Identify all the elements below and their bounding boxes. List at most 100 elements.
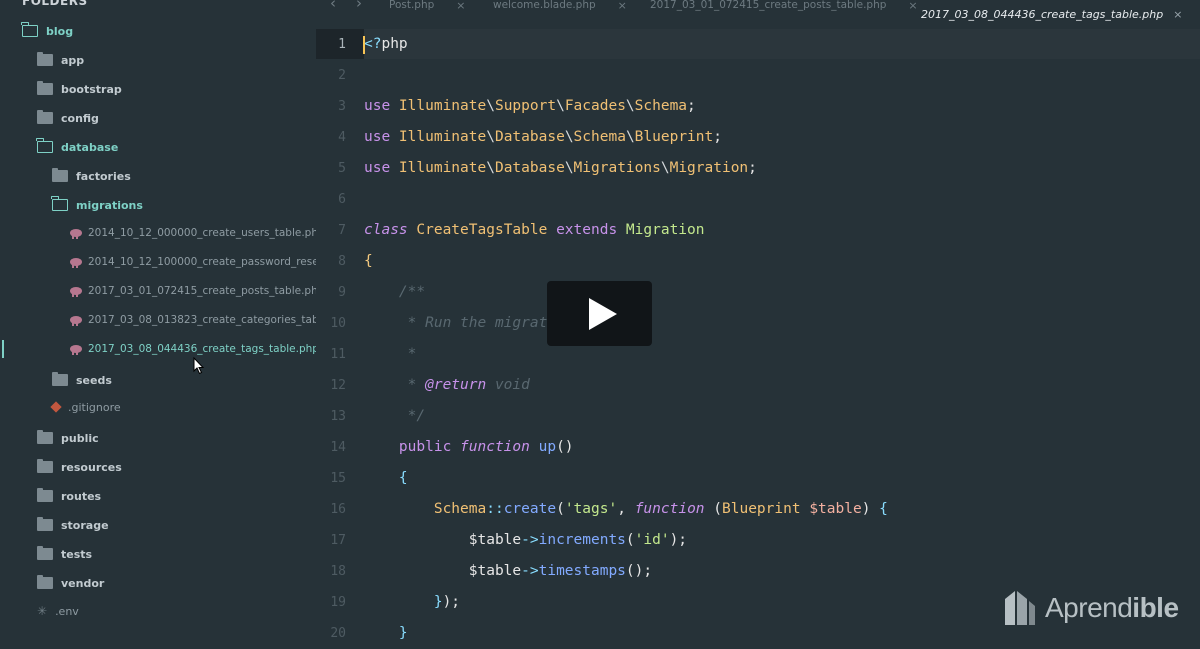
code-token: Schema: [634, 98, 688, 114]
code-token: ->: [521, 563, 539, 579]
folder-item[interactable]: seeds: [52, 369, 112, 391]
tab-item[interactable]: welcome.blade.php ×: [493, 0, 627, 13]
code-editor[interactable]: 1 <?php 2 3 use Illuminate\Support\Facades\S…: [316, 26, 1200, 641]
folder-icon: [37, 52, 53, 66]
folder-icon: [37, 81, 53, 95]
close-icon[interactable]: ×: [618, 0, 627, 12]
code-token: up: [538, 439, 557, 455]
folder-item[interactable]: public: [37, 427, 99, 449]
folder-item[interactable]: resources: [37, 456, 122, 478]
folder-item[interactable]: storage: [37, 514, 109, 536]
close-icon[interactable]: ×: [1173, 8, 1182, 21]
folder-icon: [52, 168, 68, 182]
code-token: $table: [364, 532, 522, 548]
editor-window: FOLDERS blog app bootstrap config database fa…: [0, 0, 1200, 641]
code-token: */: [364, 408, 426, 424]
folder-item[interactable]: tests: [37, 543, 92, 565]
folder-item[interactable]: bootstrap: [37, 78, 122, 100]
code-token: ;: [713, 129, 722, 145]
file-item[interactable]: 2017_03_08_013823_create_categories_tabl…: [70, 309, 316, 331]
code-token: function: [460, 439, 539, 455]
code-token: Blueprint: [722, 501, 810, 517]
play-button[interactable]: [547, 281, 652, 346]
code-token: ::: [486, 501, 504, 517]
code-token: \: [564, 160, 574, 176]
code-text: Schema::create('tags', function (Bluepri…: [364, 494, 888, 525]
code-token: $table: [809, 501, 862, 517]
code-token: class: [364, 222, 417, 238]
code-token: Illuminate: [398, 98, 487, 114]
folder-icon: [37, 575, 53, 589]
close-icon[interactable]: ×: [456, 0, 465, 12]
folder-item[interactable]: factories: [52, 165, 131, 187]
code-token: public: [398, 439, 461, 455]
folder-item[interactable]: migrations: [51, 194, 143, 216]
folder-item[interactable]: routes: [37, 485, 101, 507]
file-item[interactable]: 2014_10_12_000000_create_users_table.php: [70, 222, 316, 244]
file-item[interactable]: .gitignore: [50, 396, 121, 418]
folder-item[interactable]: app: [37, 49, 84, 71]
file-item[interactable]: 2017_03_01_072415_create_posts_table.php: [70, 280, 316, 302]
code-token: ();: [625, 563, 653, 579]
tree-item-label: 2017_03_08_013823_create_categories_tabl…: [88, 314, 316, 326]
line-number: 15: [330, 471, 346, 486]
file-item[interactable]: 2014_10_12_100000_create_password_resets: [70, 251, 316, 273]
tree-item-label: 2014_10_12_100000_create_password_resets: [88, 256, 316, 268]
tree-item-label: config: [61, 111, 99, 125]
code-token: @return: [425, 377, 487, 393]
code-line: 4 use Illuminate\Database\Schema\Blueprin…: [316, 122, 1200, 153]
code-token: (: [625, 532, 635, 548]
tree-item-label: 2017_03_01_072415_create_posts_table.php: [88, 285, 316, 297]
tab-label: 2017_03_01_072415_create_posts_table.php: [650, 0, 887, 11]
code-line: 2: [316, 60, 1200, 91]
code-token: Migrations: [573, 160, 661, 176]
php-elephant-icon: [70, 345, 82, 355]
file-item[interactable]: ✳ .env: [37, 600, 79, 622]
code-token: Database: [494, 160, 565, 176]
folder-item[interactable]: blog: [21, 20, 74, 42]
tree-item-label: migrations: [76, 198, 143, 212]
folder-open-icon: [36, 138, 53, 153]
active-file-marker: [2, 340, 4, 358]
code-token: Schema: [573, 129, 626, 145]
code-line: 6: [316, 184, 1200, 215]
folder-item[interactable]: database: [36, 136, 118, 158]
folder-item[interactable]: vendor: [37, 572, 104, 594]
line-number: 7: [338, 223, 346, 238]
code-line: 11 *: [316, 339, 1200, 370]
line-number: 14: [330, 440, 346, 455]
code-text: public function up(): [364, 432, 574, 463]
code-token: create: [503, 501, 557, 517]
code-line: 8{: [316, 246, 1200, 277]
nav-forward-icon[interactable]: ›: [356, 0, 362, 12]
tab-item[interactable]: 2017_03_01_072415_create_posts_table.php…: [650, 0, 918, 13]
code-token: {: [879, 501, 888, 517]
code-token: \: [486, 129, 495, 145]
code-text: $table->timestamps();: [364, 556, 652, 587]
code-token: ,: [617, 501, 635, 517]
line-number: 2: [338, 68, 346, 83]
php-elephant-icon: [70, 316, 82, 326]
tree-item-label: factories: [76, 169, 131, 183]
code-token: php: [381, 36, 408, 52]
tree-item-label: blog: [46, 24, 74, 38]
close-icon[interactable]: ×: [908, 0, 917, 12]
code-token: *: [364, 346, 417, 362]
code-token: Blueprint: [634, 129, 714, 145]
tab-item[interactable]: Post.php ×: [389, 0, 466, 13]
tab-item[interactable]: 2017_03_08_044436_create_tags_table.php ×: [921, 6, 1182, 22]
code-token: CreateTagsTable: [416, 222, 557, 238]
folder-icon: [37, 488, 53, 502]
tree-item-label: .gitignore: [68, 400, 121, 414]
code-text: {: [364, 463, 408, 494]
code-token: extends: [556, 222, 626, 238]
code-token: ->: [521, 532, 539, 548]
code-token: *: [364, 377, 426, 393]
code-token: use: [364, 160, 399, 176]
tree-item-label: bootstrap: [61, 82, 122, 96]
nav-back-icon[interactable]: ‹: [330, 0, 336, 12]
folder-item[interactable]: config: [37, 107, 99, 129]
line-number: 4: [338, 130, 346, 145]
